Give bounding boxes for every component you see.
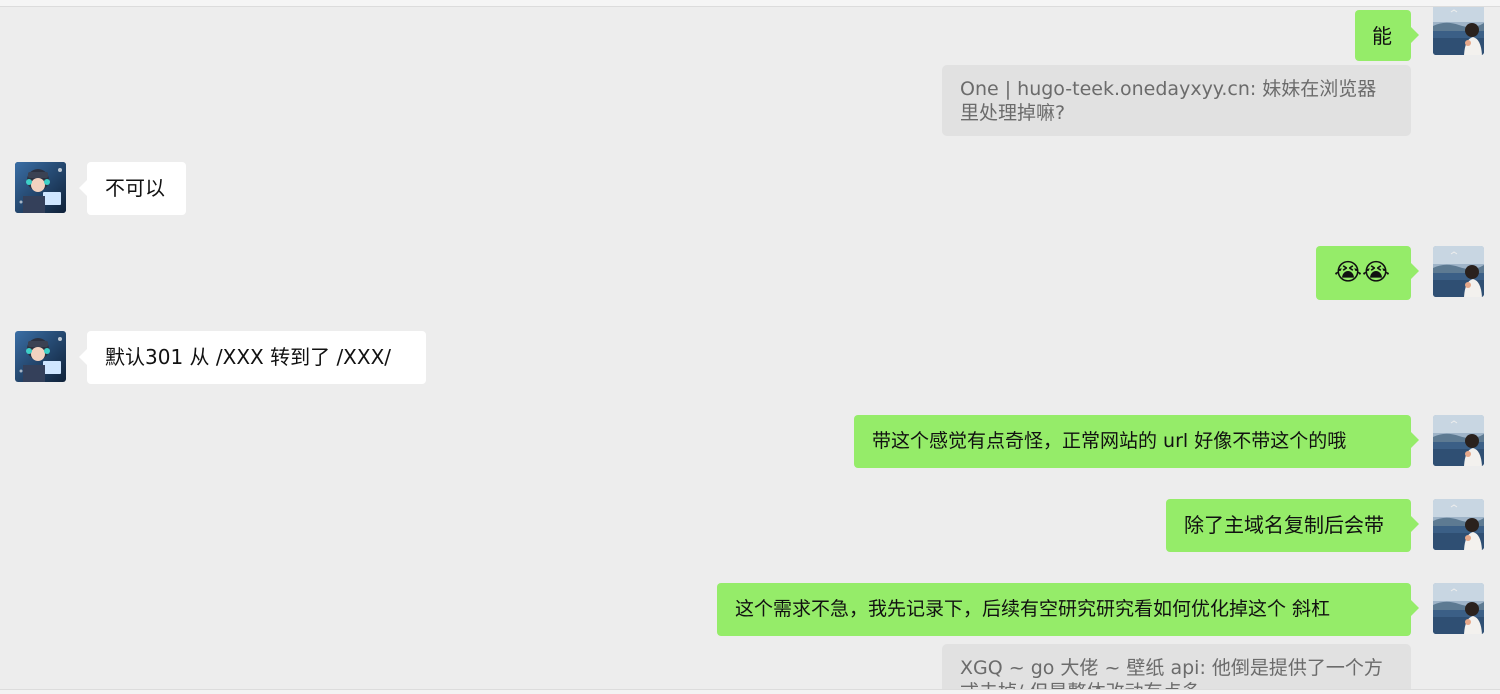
avatar-ocean-photo-icon — [1433, 246, 1484, 297]
outgoing-message-bubble[interactable]: 除了主域名复制后会带 — [1166, 499, 1419, 552]
message-text: 默认301 从 /XXX 转到了 /XXX/ — [105, 345, 392, 369]
window-top-border — [0, 0, 1500, 7]
message-text: 能 — [1372, 24, 1392, 48]
avatar-anime-gamer-icon — [15, 162, 66, 213]
outgoing-message-bubble[interactable]: 😭😭 — [1316, 246, 1419, 300]
avatar-ocean-photo-icon — [1433, 499, 1484, 550]
chat-message-list[interactable]: 能 One | hugo-teek.onedayxyy.cn: 妹妹在浏览器里处… — [0, 7, 1500, 689]
my-avatar[interactable] — [1433, 415, 1484, 466]
contact-avatar[interactable] — [15, 331, 66, 382]
message-text: 这个需求不急，我先记录下，后续有空研究研究看如何优化掉这个 斜杠 — [735, 598, 1331, 620]
avatar-ocean-photo-icon — [1433, 583, 1484, 634]
my-avatar[interactable] — [1433, 583, 1484, 634]
contact-avatar[interactable] — [15, 162, 66, 213]
loudly-crying-emoji-icon: 😭😭 — [1334, 258, 1391, 286]
my-avatar[interactable] — [1433, 246, 1484, 297]
incoming-message-bubble[interactable]: 不可以 — [79, 162, 186, 215]
message-text: 不可以 — [105, 176, 165, 200]
quoted-text: One | hugo-teek.onedayxyy.cn: 妹妹在浏览器里处理掉… — [960, 78, 1377, 124]
quoted-reply-block[interactable]: XGQ ~ go 大佬 ~ 壁纸 api: 他倒是提供了一个方式去掉/ 但是整体… — [942, 644, 1411, 689]
avatar-ocean-photo-icon — [1433, 7, 1484, 55]
incoming-message-bubble[interactable]: 默认301 从 /XXX 转到了 /XXX/ — [79, 331, 426, 384]
my-avatar[interactable] — [1433, 499, 1484, 550]
outgoing-message-bubble[interactable]: 带这个感觉有点奇怪，正常网站的 url 好像不带这个的哦 — [854, 415, 1419, 468]
avatar-ocean-photo-icon — [1433, 415, 1484, 466]
window-bottom-border — [0, 689, 1500, 694]
my-avatar[interactable] — [1433, 7, 1484, 55]
outgoing-message-bubble[interactable]: 能 — [1355, 10, 1419, 61]
outgoing-message-bubble[interactable]: 这个需求不急，我先记录下，后续有空研究研究看如何优化掉这个 斜杠 — [717, 583, 1419, 636]
avatar-anime-gamer-icon — [15, 331, 66, 382]
quoted-text: XGQ ~ go 大佬 ~ 壁纸 api: 他倒是提供了一个方式去掉/ 但是整体… — [960, 657, 1383, 689]
message-text: 带这个感觉有点奇怪，正常网站的 url 好像不带这个的哦 — [872, 430, 1347, 452]
quoted-reply-block[interactable]: One | hugo-teek.onedayxyy.cn: 妹妹在浏览器里处理掉… — [942, 65, 1411, 136]
message-text: 除了主域名复制后会带 — [1184, 513, 1384, 537]
